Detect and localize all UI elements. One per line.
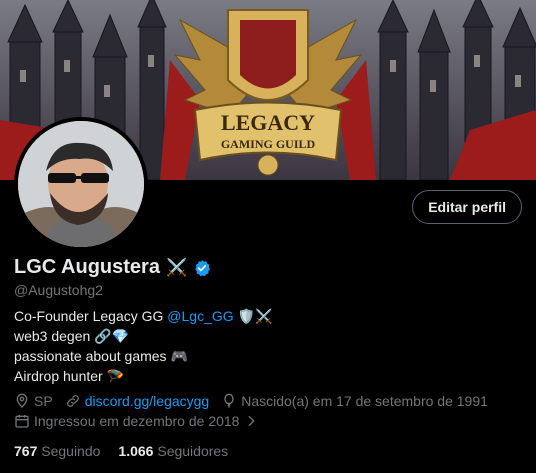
location-icon xyxy=(16,393,28,408)
meta-row-1: SP discord.gg/legacygg Nascido(a) em 17 … xyxy=(14,391,524,411)
avatar-illustration xyxy=(18,121,144,247)
name-emoji: ⚔️ xyxy=(165,257,188,277)
follow-stats: 767 Seguindo 1.066 Seguidores xyxy=(14,443,228,459)
balloon-icon xyxy=(224,393,234,408)
profile-handle: @Augustohg2 xyxy=(14,282,103,298)
bio-line-4: Airdrop hunter 🪂 xyxy=(14,368,125,384)
bio-line-1: Co-Founder Legacy GG @Lgc_GG 🛡️⚔️ xyxy=(14,306,272,326)
location-item: SP xyxy=(14,393,53,409)
bio-line-1-text: Co-Founder Legacy GG xyxy=(14,308,168,324)
verified-icon[interactable] xyxy=(193,259,211,277)
link-icon xyxy=(66,395,79,407)
website-link[interactable]: discord.gg/legacygg xyxy=(85,393,210,409)
banner-subtitle: GAMING GUILD xyxy=(221,137,316,151)
birthday-item: Nascido(a) em 17 de setembro de 1991 xyxy=(221,393,488,409)
following-label: Seguindo xyxy=(41,443,101,459)
edit-profile-button[interactable]: Editar perfil xyxy=(412,190,522,224)
joined-text: Ingressou em dezembro de 2018 xyxy=(34,413,240,429)
avatar[interactable] xyxy=(14,117,148,251)
meta-row-2: Ingressou em dezembro de 2018 xyxy=(14,411,524,431)
calendar-icon xyxy=(15,415,29,428)
birthday-text: Nascido(a) em 17 de setembro de 1991 xyxy=(241,393,488,409)
joined-item[interactable]: Ingressou em dezembro de 2018 xyxy=(14,413,259,429)
bio-line-2: web3 degen 🔗💎 xyxy=(14,328,130,344)
bio-line-1-emoji: 🛡️⚔️ xyxy=(233,308,273,324)
following-link[interactable]: 767 Seguindo xyxy=(14,443,100,459)
profile-name-row: LGC Augustera ⚔️ xyxy=(14,256,211,279)
following-count: 767 xyxy=(14,443,38,459)
display-name: LGC Augustera xyxy=(14,256,160,278)
chevron-right-icon xyxy=(248,415,256,427)
banner-title: LEGACY xyxy=(221,110,315,135)
profile-bio: Co-Founder Legacy GG @Lgc_GG 🛡️⚔️ web3 d… xyxy=(14,306,272,386)
location-text: SP xyxy=(34,393,53,409)
followers-link[interactable]: 1.066 Seguidores xyxy=(118,443,228,459)
followers-label: Seguidores xyxy=(157,443,229,459)
bio-line-3: passionate about games 🎮 xyxy=(14,348,188,364)
followers-count: 1.066 xyxy=(118,443,154,459)
profile-meta: SP discord.gg/legacygg Nascido(a) em 17 … xyxy=(14,391,524,431)
mention-link[interactable]: @Lgc_GG xyxy=(167,308,233,324)
website-item: discord.gg/legacygg xyxy=(65,393,210,409)
